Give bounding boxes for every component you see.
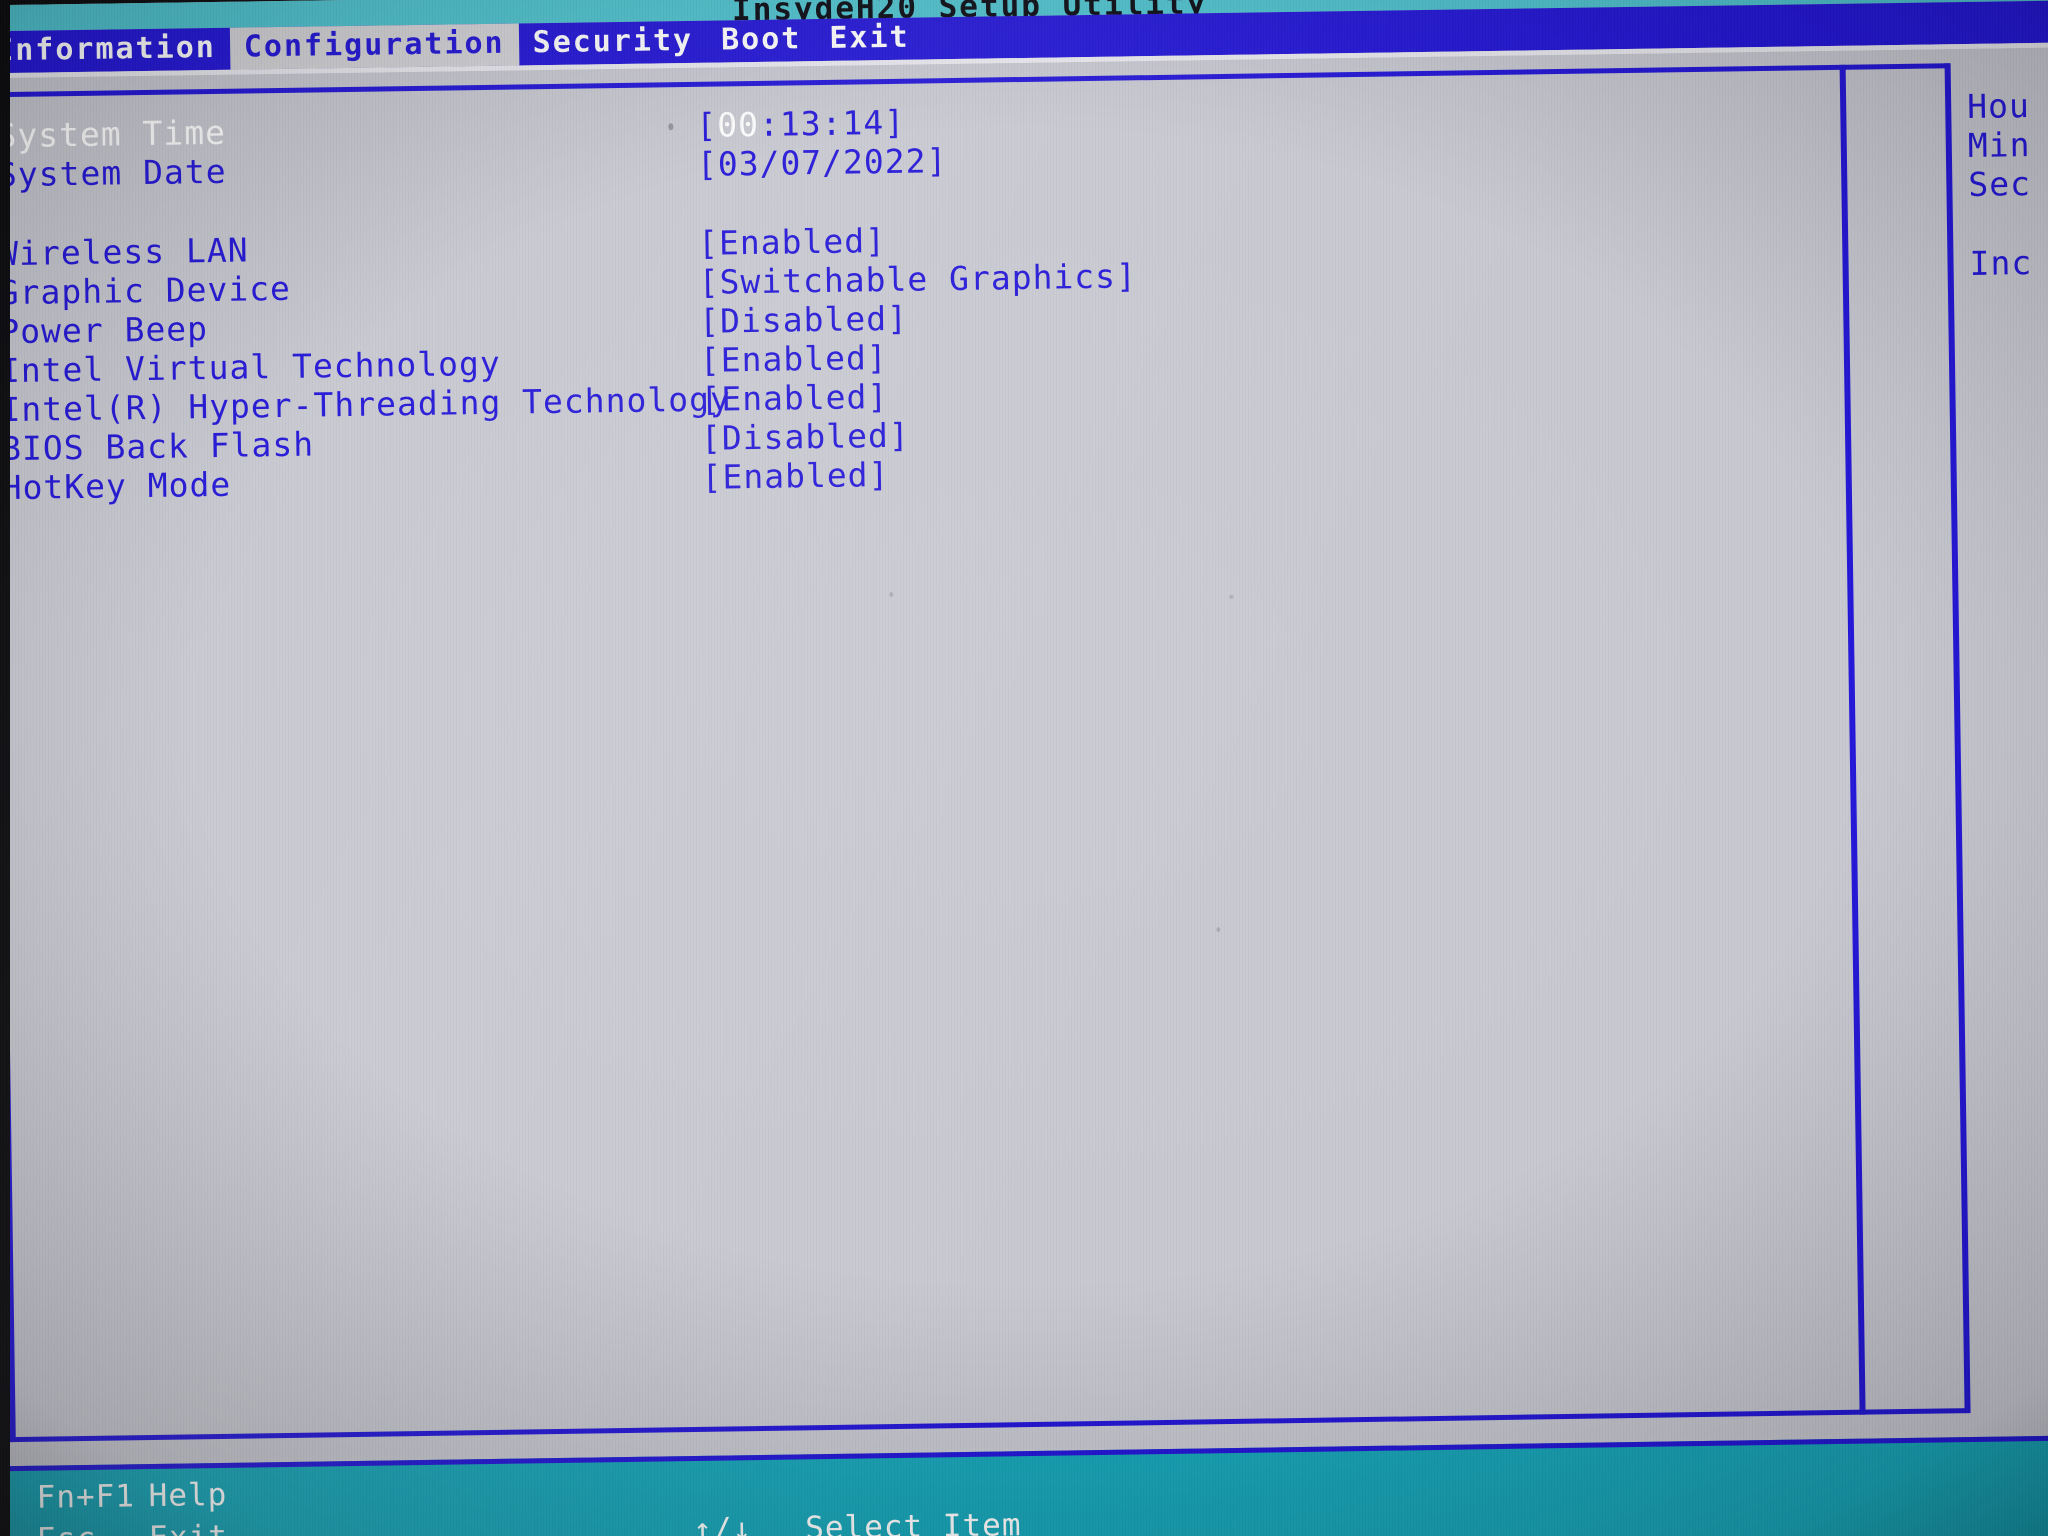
help-line-second: Sec: [1968, 164, 2032, 204]
setting-value-graphic-device[interactable]: [Switchable Graphics]: [698, 256, 1137, 301]
setting-value-hyper-threading[interactable]: [Enabled]: [700, 377, 888, 419]
menu-item-boot[interactable]: Boot: [707, 19, 816, 63]
status-select-label: Select Item: [804, 1507, 1022, 1536]
setting-label-graphic-device: Graphic Device: [0, 268, 292, 313]
frame-right-border: [1944, 63, 1971, 1414]
status-help-row[interactable]: Fn+F1 Help: [36, 1474, 227, 1519]
setting-label-power-beep: Power Beep: [0, 309, 209, 352]
setting-value-bios-back-flash[interactable]: [Disabled]: [701, 416, 910, 458]
time-hour-field[interactable]: 00: [717, 105, 759, 145]
status-exit-label: Exit: [149, 1519, 228, 1536]
status-select-key: ↑/↓: [692, 1511, 753, 1536]
setting-label-bios-back-flash: BIOS Back Flash: [0, 424, 315, 469]
setting-value-system-date[interactable]: [03/07/2022]: [697, 141, 948, 184]
help-line-hour: Hou: [1966, 86, 2031, 126]
setting-value-wireless-lan[interactable]: [Enabled]: [698, 221, 886, 263]
setting-label-hyper-threading: Intel(R) Hyper-Threading Technology: [0, 379, 732, 430]
setting-value-system-time[interactable]: [00:13:14]: [696, 102, 906, 145]
help-line-minute: Min: [1967, 125, 2031, 165]
help-panel: Hou Min Sec Inc: [1967, 86, 2048, 285]
setting-value-hotkey-mode[interactable]: [Enabled]: [701, 455, 889, 497]
status-left-column: Fn+F1 Help EscExit: [36, 1474, 228, 1536]
setting-label-hotkey-mode: HotKey Mode: [1, 464, 232, 508]
setting-label-system-date: System Date: [0, 151, 227, 195]
status-help-label: Help: [148, 1476, 228, 1515]
menu-item-configuration[interactable]: Configuration: [229, 23, 519, 70]
setting-value-intel-virtual-technology[interactable]: [Enabled]: [700, 338, 888, 380]
status-exit-row[interactable]: EscExit: [37, 1516, 228, 1536]
time-suffix: :13:14]: [758, 102, 906, 144]
status-exit-key: Esc: [37, 1517, 150, 1536]
help-line-spacer: [1969, 203, 2048, 246]
setting-label-system-time: System Time: [0, 112, 227, 156]
menu-item-exit[interactable]: Exit: [815, 17, 924, 61]
status-select-row[interactable]: ↑/↓ Select Item: [693, 1504, 1022, 1536]
help-line-increase: Inc: [1969, 243, 2033, 283]
menu-item-information[interactable]: Information: [0, 28, 230, 74]
menu-item-security[interactable]: Security: [518, 21, 707, 66]
time-prefix: [: [696, 105, 718, 145]
frame-bottom-border: [9, 1408, 1970, 1443]
setting-value-power-beep[interactable]: [Disabled]: [699, 299, 908, 341]
main-body: System Time [00:13:14] System Date [03/0…: [0, 47, 2048, 1462]
status-help-key: Fn+F1: [36, 1478, 136, 1516]
setting-label-wireless-lan: Wireless LAN: [0, 230, 249, 274]
bios-screen: InsydeH20 Setup Utility Information Conf…: [0, 0, 2048, 1536]
bios-screen-photo: InsydeH20 Setup Utility Information Conf…: [0, 0, 2048, 1536]
settings-list: System Time [00:13:14] System Date [03/0…: [0, 91, 1842, 509]
frame-middle-divider: [1839, 64, 1866, 1415]
